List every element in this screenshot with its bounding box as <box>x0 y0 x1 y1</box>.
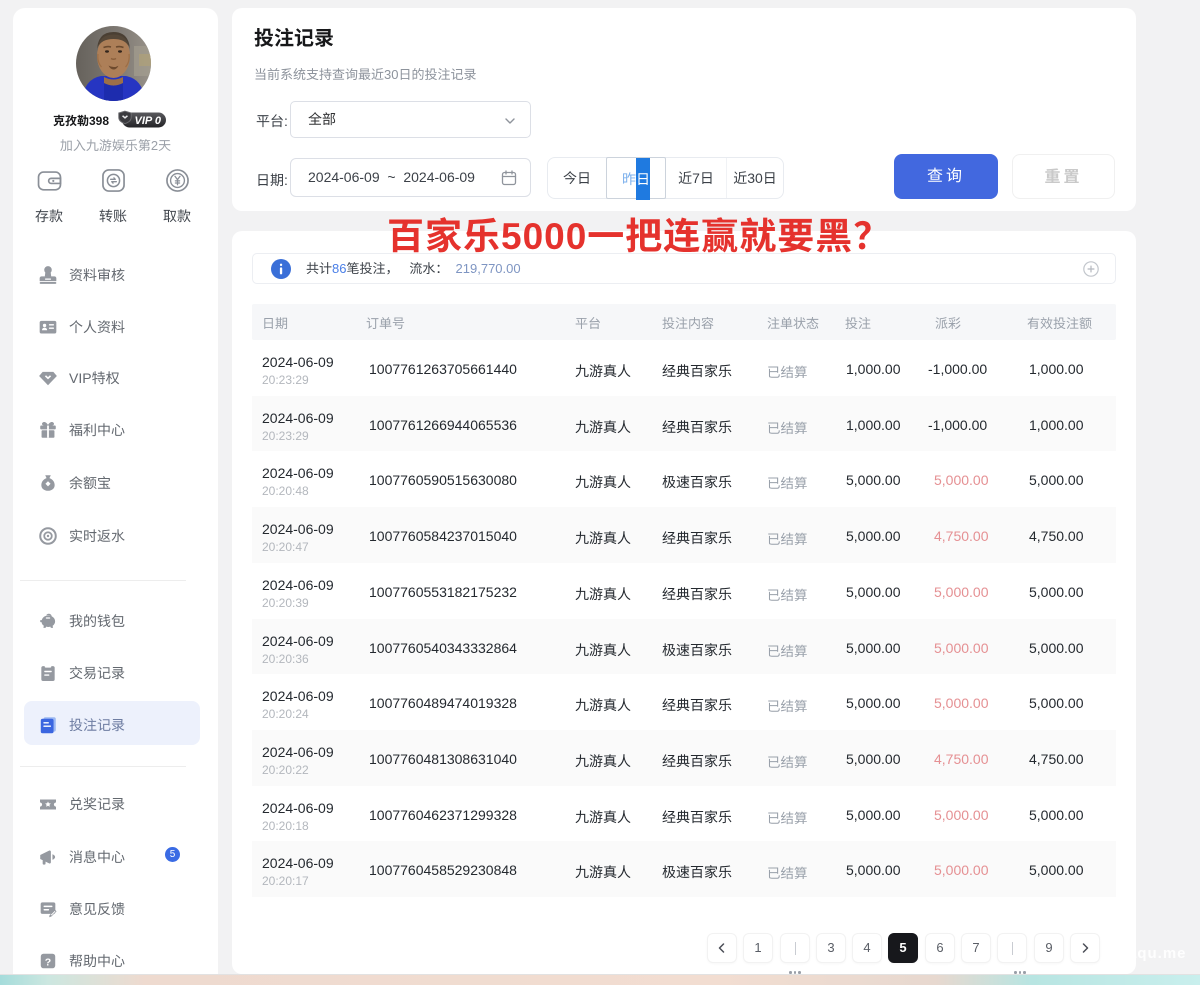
svg-text:VIP 0: VIP 0 <box>135 115 162 127</box>
svg-text:?: ? <box>45 956 51 968</box>
